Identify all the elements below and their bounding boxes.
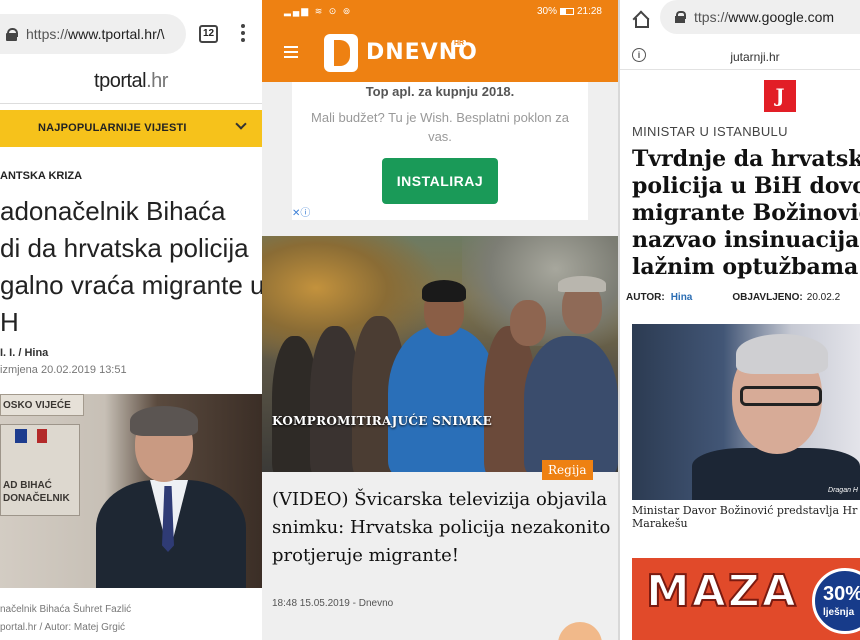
amp-info-bar: i jutarnji.hr <box>620 44 860 70</box>
install-button[interactable]: INSTALIRAJ <box>382 158 498 204</box>
address-bar[interactable]: https://www.tportal.hr/\ <box>0 14 186 54</box>
ad-subtitle: Mali budžet? Tu je Wish. Besplatni poklo… <box>311 110 569 144</box>
article-date: izmjena 20.02.2019 13:51 <box>0 364 127 376</box>
coat-of-arms-icon <box>37 429 47 443</box>
photo-credit: portal.hr / Autor: Matej Grgić <box>0 622 126 633</box>
home-icon[interactable] <box>632 10 649 28</box>
signal-icons: ▂▄▆ ≋ ⊙ ⊚ <box>284 6 353 16</box>
article-photo[interactable]: OSKO VIJEĆE AD BIHAĆ DONAČELNIK <box>0 394 262 588</box>
logo-hr-badge: HR <box>452 40 467 47</box>
article-photo[interactable]: Dragan H <box>632 324 860 500</box>
address-bar[interactable]: ttps://www.google.com <box>660 0 860 34</box>
photo-credit: Dragan H <box>828 487 858 494</box>
lock-icon <box>6 27 18 41</box>
popular-news-label: NAJPOPULARNIJE VIJESTI <box>38 122 187 134</box>
jutarnji-panel: ttps://www.google.com i jutarnji.hr J MI… <box>620 0 860 640</box>
lock-icon <box>675 11 686 23</box>
photo-plaque: AD BIHAĆ DONAČELNIK <box>0 424 80 516</box>
dnevno-logo-icon[interactable] <box>324 34 358 72</box>
url-text[interactable]: ttps://www.google.com <box>694 9 834 25</box>
photo-caption: načelnik Bihaća Šuhret Fazlić <box>0 604 132 615</box>
tportal-panel: https://www.tportal.hr/\ 12 tportal.hr N… <box>0 0 262 640</box>
article-title[interactable]: (VIDEO) Švicarska televizija objavila sn… <box>272 486 614 570</box>
article-title: Tvrdnje da hrvatska policija u BiH dovoz… <box>632 146 860 280</box>
ad-banner[interactable]: Top apl. za kupnju 2018. Mali budžet? Tu… <box>292 82 588 220</box>
site-header: DNEVNO HR <box>262 24 618 82</box>
ad-choices-icon[interactable]: ✕ⓘ <box>292 204 310 219</box>
article-category: MINISTAR U ISTANBULU <box>632 124 788 139</box>
photo-sign: OSKO VIJEĆE <box>0 394 84 416</box>
hamburger-menu-icon[interactable] <box>284 46 298 58</box>
source-domain[interactable]: jutarnji.hr <box>620 50 860 64</box>
article-category[interactable]: ANTSKA KRIZA <box>0 170 82 182</box>
article-meta: 18:48 15.05.2019 - Dnevno <box>272 598 394 609</box>
article-author: I. I. / Hina <box>0 347 49 359</box>
divider <box>0 103 262 104</box>
battery-icon <box>559 7 574 15</box>
ad-banner[interactable]: MAZA 30% lješnja <box>632 558 860 640</box>
dnevno-panel: ▂▄▆ ≋ ⊙ ⊚ 30% 21:28 DNEVNO HR Top apl. za… <box>262 0 618 640</box>
overflow-menu-icon[interactable] <box>240 24 246 44</box>
jutarnji-logo[interactable]: J <box>764 80 796 112</box>
photo-caption: KOMPROMITIRAJUĆE SNIMKE <box>272 414 493 428</box>
tab-switcher-button[interactable]: 12 <box>199 25 218 43</box>
article-byline: AUTOR: Hina OBJAVLJENO: 20.02.2 <box>626 292 841 303</box>
banner-text: MAZA <box>645 565 798 618</box>
category-badge[interactable]: Regija <box>542 460 593 480</box>
coat-of-arms-icon <box>15 429 27 443</box>
status-bar: ▂▄▆ ≋ ⊙ ⊚ 30% 21:28 <box>262 0 618 24</box>
popular-news-dropdown[interactable]: NAJPOPULARNIJE VIJESTI <box>0 110 262 147</box>
site-logo[interactable]: tportal.hr <box>0 70 262 93</box>
article-photo[interactable]: KOMPROMITIRAJUĆE SNIMKE <box>262 236 618 472</box>
url-text[interactable]: https://www.tportal.hr/\ <box>26 26 165 42</box>
article-title: adonačelnik Bihaća di da hrvatska polici… <box>0 196 262 337</box>
photo-caption: Ministar Davor Božinović predstavlja Hr … <box>632 504 858 530</box>
ad-title: Top apl. za kupnju 2018. <box>365 84 515 99</box>
discount-badge: 30% lješnja <box>812 568 860 634</box>
floating-action-button[interactable] <box>558 622 602 640</box>
chevron-down-icon <box>235 118 247 130</box>
author-link[interactable]: Hina <box>671 292 693 303</box>
